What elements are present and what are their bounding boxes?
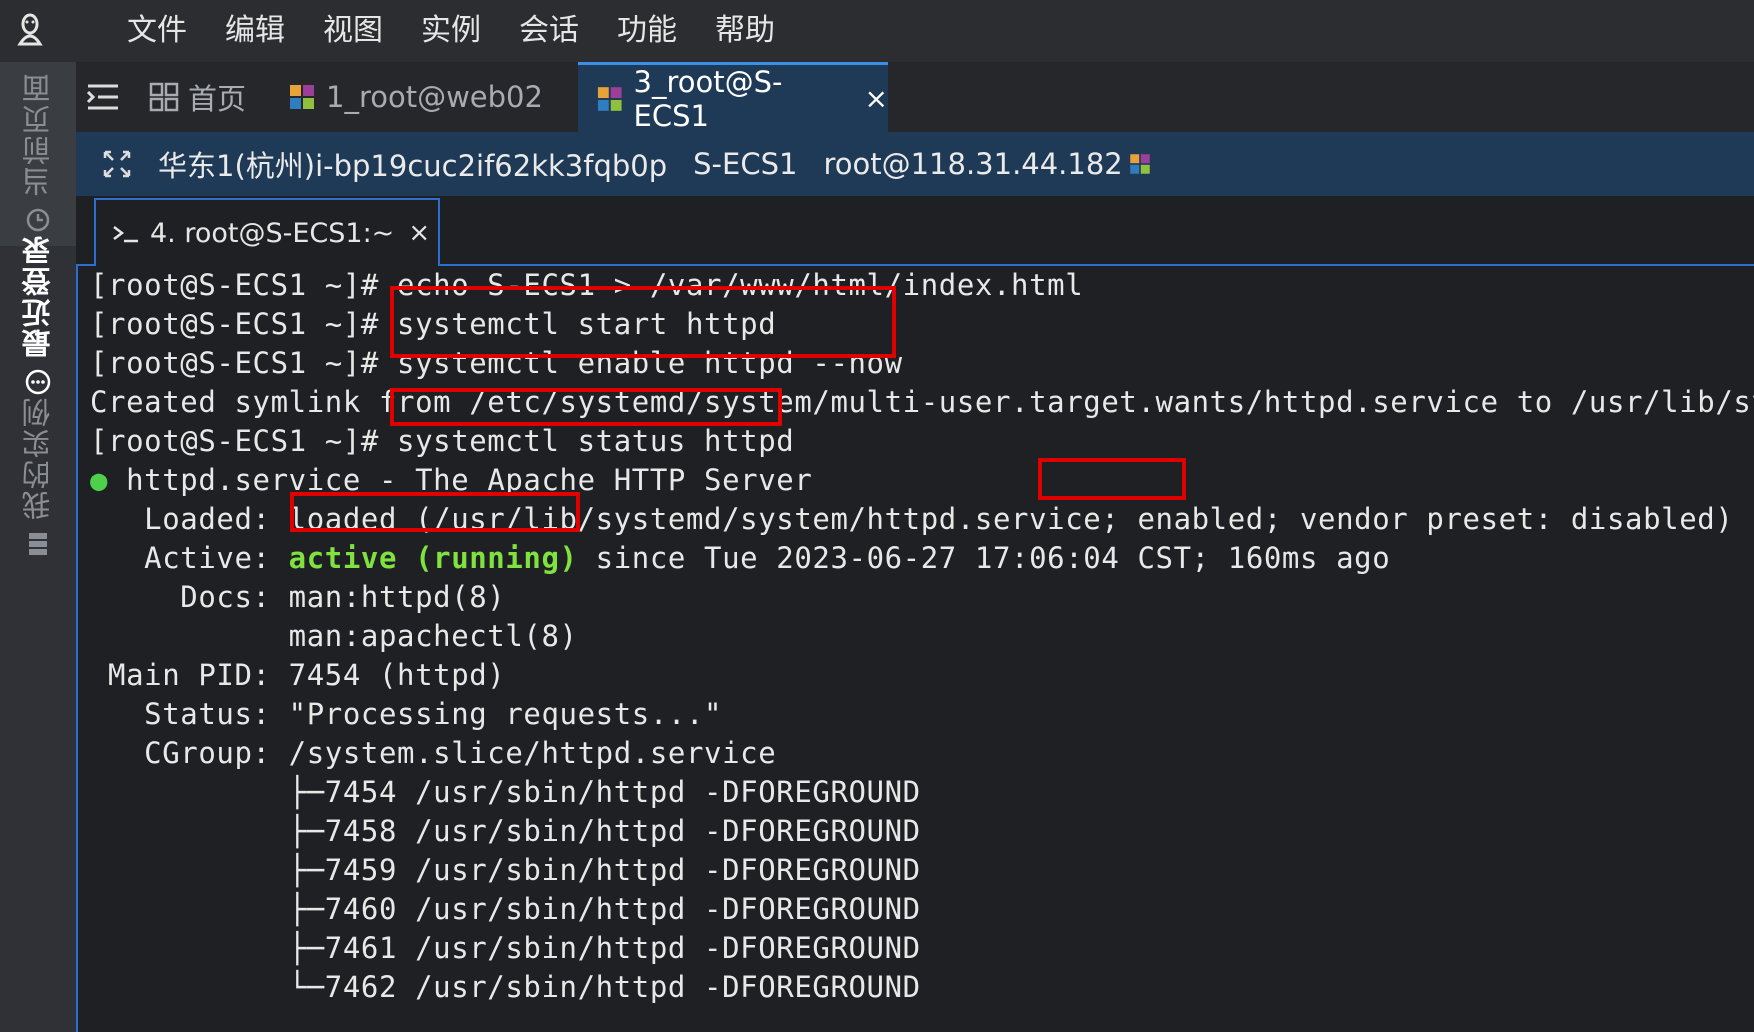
- chat-bubble-icon: [25, 369, 51, 395]
- centos-logo-icon: [597, 86, 622, 111]
- left-rail: 当前页面 最近登录 我的实例: [0, 62, 76, 1032]
- instance-name: S-ECS1: [693, 147, 798, 181]
- rail-my-instances-label: 我的实例: [21, 396, 55, 520]
- highlight-box-status: [390, 388, 782, 426]
- session-info-bar: 华东1(杭州)i-bp19cuc2if62kk3fqb0p S-ECS1 roo…: [76, 132, 1754, 196]
- active-label: Active:: [90, 541, 289, 575]
- tab-web02[interactable]: 1_root@web02: [286, 62, 543, 132]
- tab-home[interactable]: 首页: [148, 62, 246, 132]
- menu-help[interactable]: 帮助: [696, 0, 794, 62]
- login-address: root@118.31.44.182: [823, 147, 1123, 181]
- highlight-box-active: [290, 492, 580, 532]
- terminal-line: Docs: man:httpd(8): [90, 580, 506, 614]
- centos-logo-icon: [1130, 154, 1150, 174]
- highlight-box-enabled: [1038, 458, 1186, 500]
- terminal-line: CGroup: /system.slice/httpd.service: [90, 736, 777, 770]
- tab-s-ecs1-label: 3_root@S-ECS1: [633, 64, 783, 133]
- close-icon[interactable]: ×: [408, 218, 430, 248]
- status-dot-icon: ●: [90, 463, 109, 497]
- terminal-line: Created symlink from /etc/systemd/system…: [90, 385, 1754, 419]
- menu-file[interactable]: 文件: [108, 0, 206, 62]
- menu-view[interactable]: 视图: [304, 0, 402, 62]
- terminal-line-active: Active: active (running) since Tue 2023-…: [90, 539, 1390, 578]
- terminal-tab-label: 4. root@S-ECS1:~: [150, 217, 395, 249]
- terminal-line: Main PID: 7454 (httpd): [90, 658, 506, 692]
- terminal-line: [root@S-ECS1 ~]# systemctl status httpd: [90, 424, 795, 458]
- session-tab-bar: 首页 1_root@web02 3_root@S-ECS1 ×: [76, 62, 1754, 133]
- rail-recent-logins[interactable]: 最近登录: [0, 234, 76, 396]
- fullscreen-icon[interactable]: [102, 149, 132, 179]
- terminal-line: man:apachectl(8): [90, 619, 578, 653]
- highlight-box-start-enable: [390, 286, 896, 358]
- terminal-line: ├─7459 /usr/sbin/httpd -DFOREGROUND: [90, 853, 921, 887]
- linux-penguin-icon[interactable]: [12, 10, 48, 50]
- terminal-line: ├─7461 /usr/sbin/httpd -DFOREGROUND: [90, 931, 921, 965]
- rail-current-page[interactable]: 当前页面: [0, 72, 76, 234]
- terminal-tab[interactable]: 4. root@S-ECS1:~ ×: [94, 198, 440, 266]
- tab-home-label: 首页: [188, 82, 247, 116]
- rail-recent-logins-label: 最近登录: [21, 234, 55, 358]
- terminal-line: ├─7454 /usr/sbin/httpd -DFOREGROUND: [90, 775, 921, 809]
- terminal-output[interactable]: [root@S-ECS1 ~]# echo S-ECS1 > /var/www/…: [76, 266, 1754, 1032]
- list-menu-icon[interactable]: [86, 82, 120, 112]
- menu-session[interactable]: 会话: [500, 0, 598, 62]
- terminal-line: ├─7460 /usr/sbin/httpd -DFOREGROUND: [90, 892, 921, 926]
- grid-icon: [149, 82, 179, 112]
- main-menu: 文件 编辑 视图 实例 会话 功能 帮助: [108, 0, 794, 62]
- active-since: since Tue 2023-06-27 17:06:04 CST; 160ms…: [595, 541, 1391, 575]
- tab-web02-label: 1_root@web02: [326, 80, 543, 114]
- rail-current-page-label: 当前页面: [21, 72, 55, 196]
- centos-logo-icon: [290, 85, 314, 109]
- menu-edit[interactable]: 编辑: [206, 0, 304, 62]
- menu-instance[interactable]: 实例: [402, 0, 500, 62]
- terminal-tab-strip: 4. root@S-ECS1:~ ×: [76, 196, 1754, 266]
- terminal-line: └─7462 /usr/sbin/httpd -DFOREGROUND: [90, 970, 921, 1004]
- terminal-prompt-icon: [113, 226, 138, 243]
- menu-features[interactable]: 功能: [598, 0, 696, 62]
- rail-my-instances[interactable]: 我的实例: [0, 396, 76, 558]
- terminal-line: Status: "Processing requests...": [90, 697, 723, 731]
- tab-s-ecs1[interactable]: 3_root@S-ECS1 ×: [578, 62, 888, 133]
- menu-bar: 文件 编辑 视图 实例 会话 功能 帮助: [0, 0, 1754, 62]
- terminal-line: ├─7458 /usr/sbin/httpd -DFOREGROUND: [90, 814, 921, 848]
- active-state: active (running): [288, 541, 578, 575]
- close-icon[interactable]: ×: [865, 82, 888, 115]
- server-stack-icon: [29, 533, 47, 555]
- clock-icon: [26, 208, 50, 232]
- instance-id: 华东1(杭州)i-bp19cuc2if62kk3fqb0p: [158, 149, 668, 183]
